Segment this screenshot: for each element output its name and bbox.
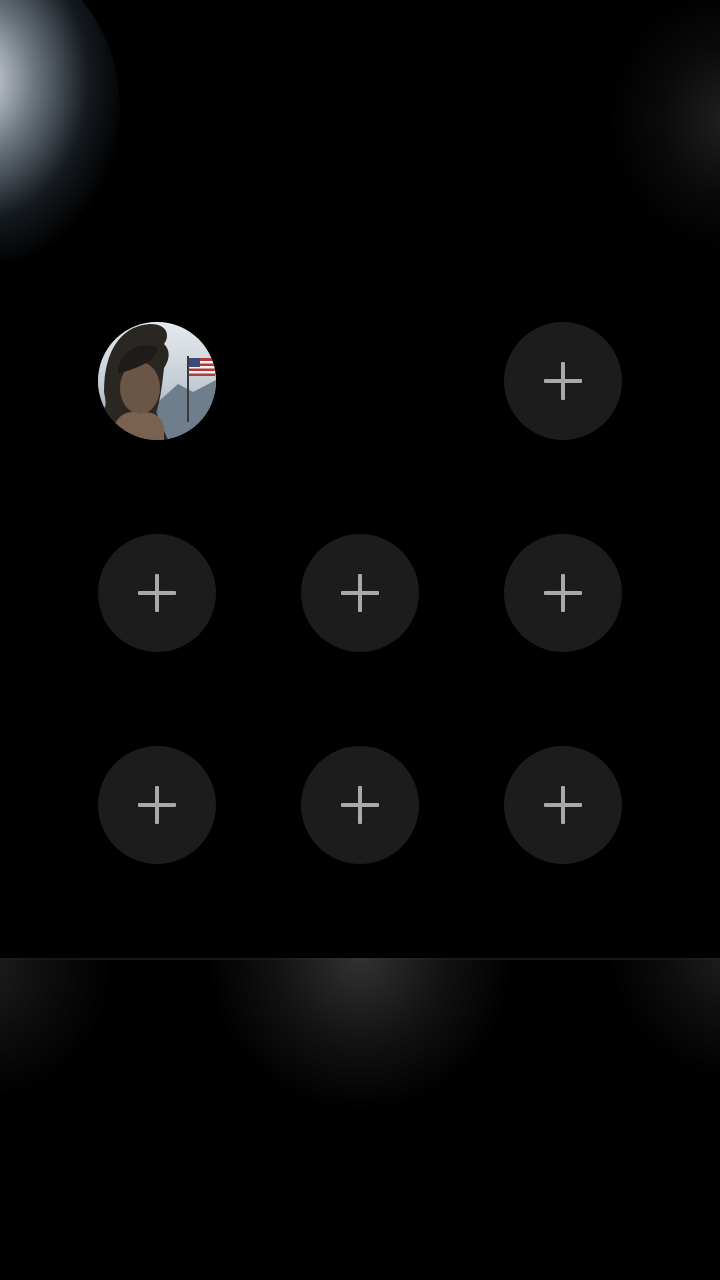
plus-icon xyxy=(544,574,582,612)
add-slot-button[interactable] xyxy=(98,534,216,652)
add-slot-button[interactable] xyxy=(301,746,419,864)
app-screen xyxy=(0,0,720,1280)
add-slot-button[interactable] xyxy=(98,746,216,864)
plus-icon xyxy=(544,786,582,824)
bottom-dock-area xyxy=(0,958,720,1280)
blurred-dock-light xyxy=(210,958,510,1108)
blurred-background-light xyxy=(610,0,720,250)
add-slot-button[interactable] xyxy=(504,746,622,864)
blurred-dock-light xyxy=(610,958,720,1078)
plus-icon xyxy=(341,786,379,824)
profile-avatar[interactable] xyxy=(98,322,216,440)
blurred-dock-light xyxy=(0,958,110,1098)
profile-photo-image xyxy=(98,322,216,440)
plus-icon xyxy=(341,574,379,612)
add-slot-button[interactable] xyxy=(301,534,419,652)
plus-icon xyxy=(544,362,582,400)
add-slot-button[interactable] xyxy=(504,322,622,440)
plus-icon xyxy=(138,574,176,612)
plus-icon xyxy=(138,786,176,824)
add-slot-button[interactable] xyxy=(504,534,622,652)
blurred-background-light xyxy=(0,0,120,260)
